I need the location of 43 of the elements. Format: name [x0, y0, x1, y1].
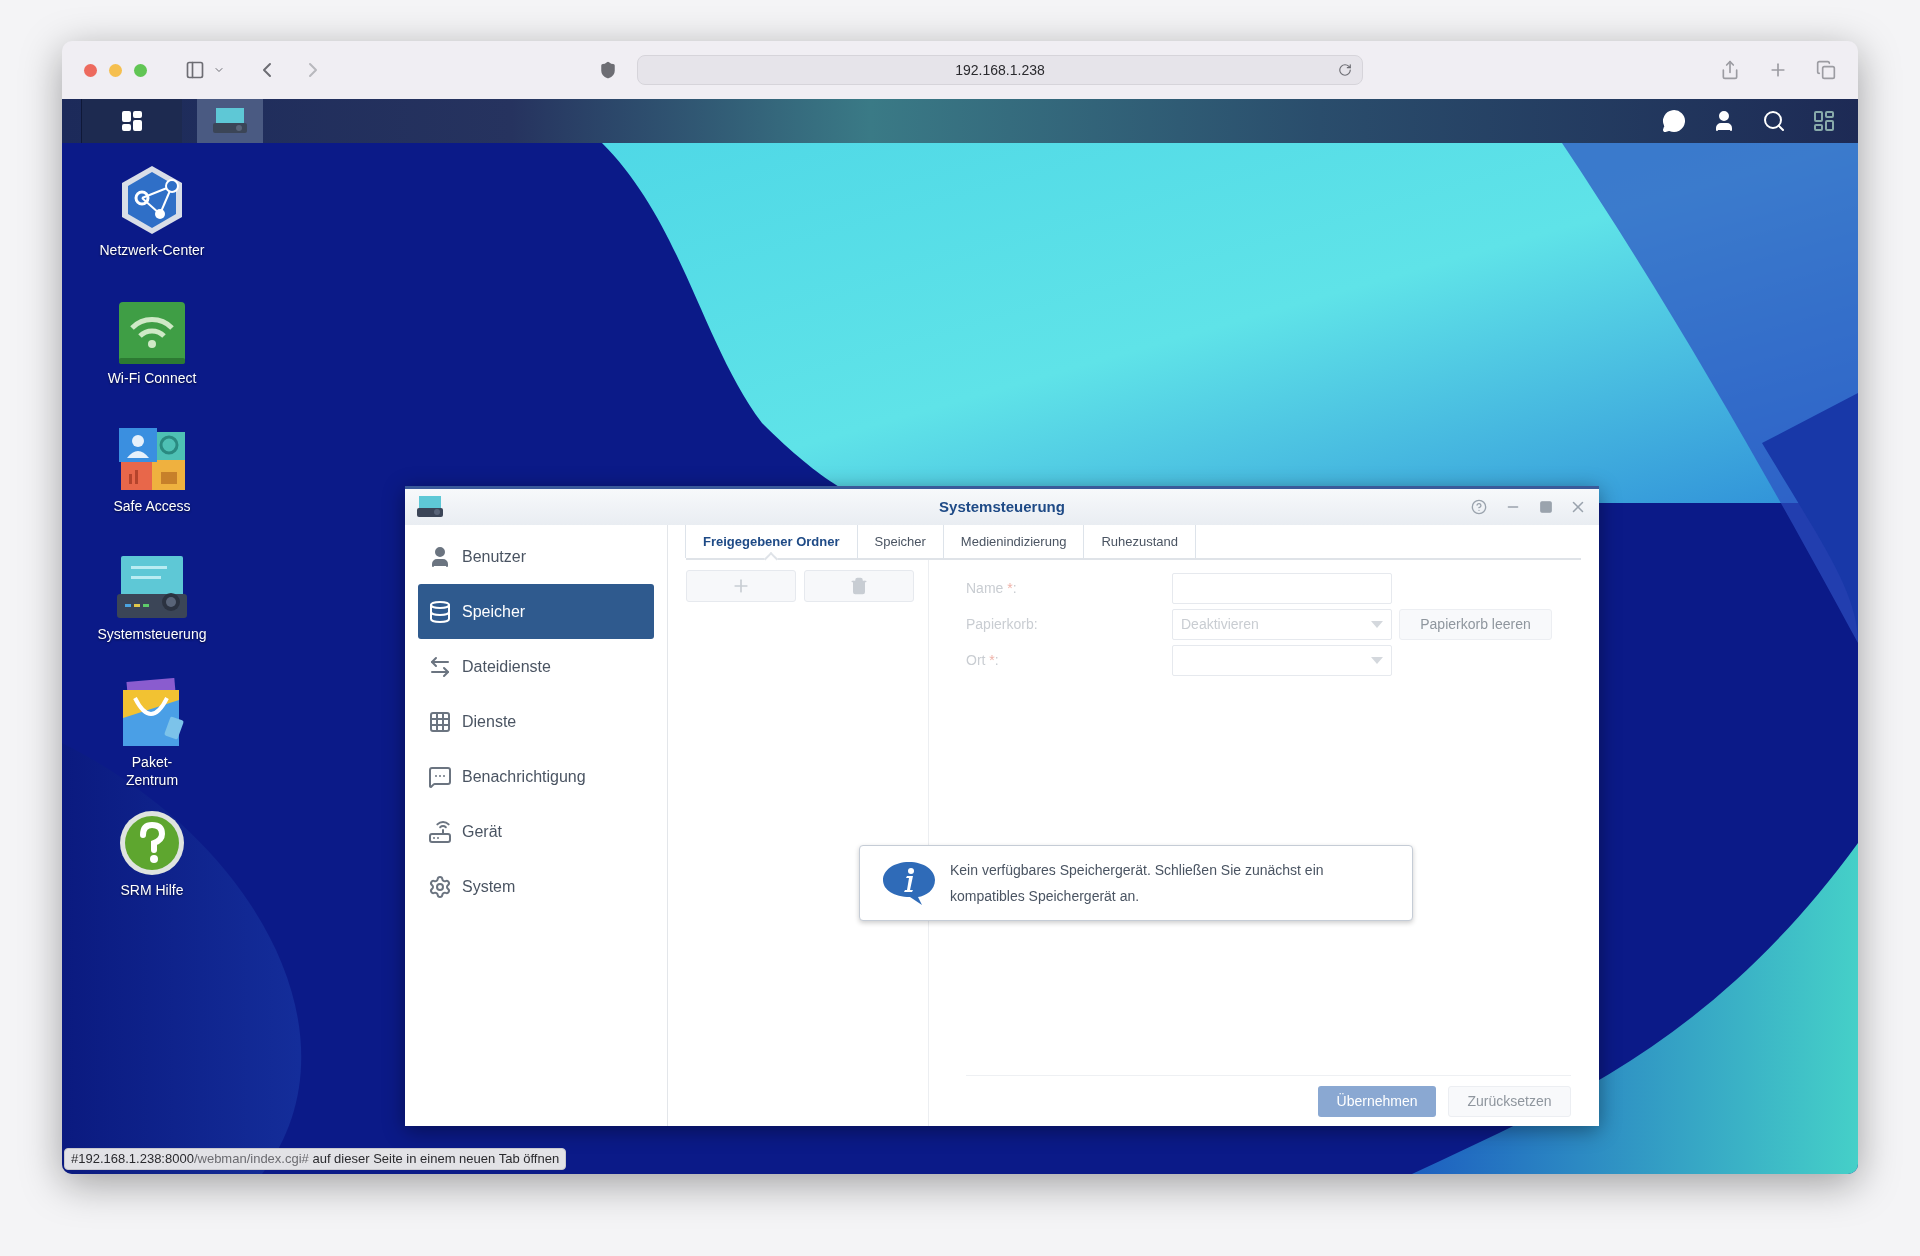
desktop-icon-label[interactable]: Paket- Zentrum	[125, 753, 179, 789]
shield-tiles-icon	[117, 428, 187, 492]
help-icon[interactable]	[1471, 499, 1487, 515]
tabs-overview-icon[interactable]	[1816, 60, 1836, 80]
main-menu-button[interactable]	[82, 99, 182, 143]
chat-bubble-icon	[428, 764, 452, 789]
chat-icon[interactable]	[1662, 109, 1686, 133]
link-status-bar: #192.168.1.238:8000/webman/index.cgi# auf dieser Seite in einem neuen Tab öffnen	[64, 1148, 567, 1170]
sidebar-toggle-icon[interactable]	[185, 60, 205, 80]
grid-icon	[428, 709, 452, 734]
address-bar[interactable]: 192.168.1.238	[637, 55, 1363, 85]
info-message: Kein verfügbares Speichergerät. Schließen Sie zunächst ein kompatibles Speichergerät an.	[950, 861, 1325, 906]
desktop-icon-label[interactable]: Netzwerk-Center	[99, 241, 205, 259]
control-panel-icon	[117, 556, 187, 620]
desktop-icon-label[interactable]: SRM Hilfe	[120, 881, 184, 899]
app-grid-icon	[120, 109, 144, 133]
control-panel-icon	[417, 496, 443, 518]
caret-icon	[1371, 656, 1383, 664]
desktop-icon-label[interactable]: Systemsteuerung	[97, 625, 207, 643]
control-panel-icon	[213, 108, 247, 134]
window-title: Systemsteuerung	[939, 496, 1065, 517]
caret-icon	[1371, 620, 1383, 628]
taskbar-app-button[interactable]	[197, 99, 263, 143]
router-icon	[428, 819, 452, 844]
help-icon	[119, 810, 185, 876]
wifi-icon	[119, 302, 185, 364]
close-window-button[interactable]	[84, 63, 97, 77]
database-icon	[428, 599, 452, 624]
info-icon	[882, 860, 936, 906]
trash-icon	[850, 577, 868, 595]
file-transfer-icon	[428, 654, 452, 679]
reload-icon[interactable]	[1338, 63, 1352, 77]
desktop-icon-label[interactable]: Wi-Fi Connect	[107, 369, 197, 387]
minimize-window-button[interactable]	[109, 63, 122, 77]
desktop-icon-label[interactable]: Safe Access	[113, 497, 191, 515]
settings-icon	[428, 874, 452, 899]
widgets-icon[interactable]	[1812, 109, 1836, 133]
share-icon[interactable]	[1720, 60, 1740, 80]
shield-icon[interactable]	[599, 61, 617, 79]
search-icon[interactable]	[1762, 109, 1786, 133]
dropdown-field[interactable]	[1172, 644, 1392, 676]
zoom-window-button[interactable]	[134, 63, 147, 77]
maximize-icon[interactable]	[1539, 500, 1553, 514]
